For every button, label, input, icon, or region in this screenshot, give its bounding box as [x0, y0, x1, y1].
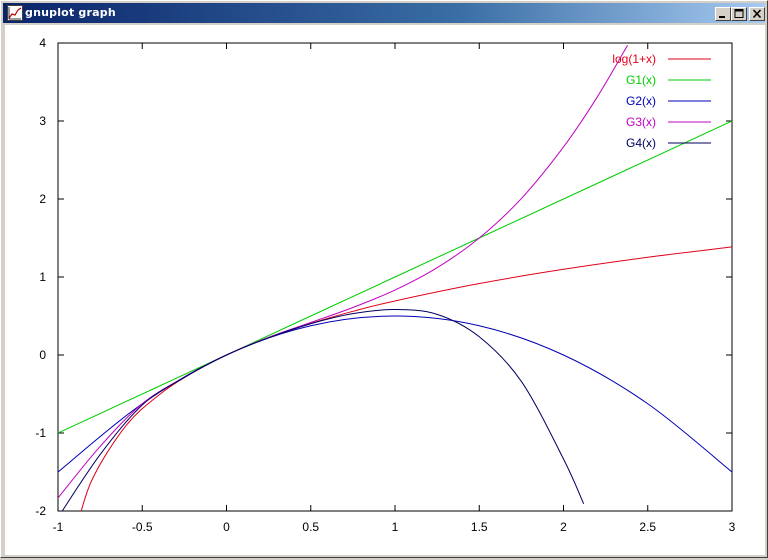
- legend-label-log-1-x: log(1+x): [612, 52, 656, 66]
- legend-label-g3-x: G3(x): [626, 115, 656, 129]
- maximize-icon: [734, 9, 744, 18]
- x-tick-label: -1: [53, 520, 64, 534]
- window-title: gnuplot graph: [25, 6, 116, 19]
- minimize-button[interactable]: [715, 7, 731, 21]
- minimize-icon: [719, 16, 725, 18]
- y-tick-label: 4: [39, 36, 46, 50]
- series-line-g2-x: [58, 315, 732, 473]
- y-tick-label: 0: [39, 348, 46, 362]
- y-tick-label: -2: [35, 504, 46, 518]
- legend: log(1+x) G1(x) G2(x) G3(x) G4(x): [612, 52, 711, 150]
- maximize-button[interactable]: [731, 7, 747, 21]
- plot-area: -1 -0.5 0 0.5 1 1.5 2 2.5 3 -2 -1 0 1 2 3 4 log(1+x) G1(…: [5, 25, 765, 555]
- close-icon: [752, 9, 762, 19]
- title-bar[interactable]: gnuplot graph: [3, 3, 765, 23]
- series-line-g1-x: [58, 120, 732, 434]
- x-tick-label: 0: [223, 520, 230, 534]
- x-tick-label: 3: [729, 520, 736, 534]
- y-tick-label: 1: [39, 270, 46, 284]
- line-chart: -1 -0.5 0 0.5 1 1.5 2 2.5 3 -2 -1 0 1 2 3 4 log(1+x) G1(…: [35, 36, 735, 534]
- gnuplot-window: gnuplot graph -1 -0.5 0 0.5 1 1.5 2 2.5 3 -2: [0, 0, 768, 558]
- close-button[interactable]: [749, 7, 765, 21]
- y-tick-label: 3: [39, 114, 46, 128]
- x-tick-label: 1.5: [471, 520, 488, 534]
- y-tick-label: 2: [39, 192, 46, 206]
- legend-label-g2-x: G2(x): [626, 94, 656, 108]
- x-tick-label: 2.5: [639, 520, 656, 534]
- axis-ticks: -1 -0.5 0 0.5 1 1.5 2 2.5 3 -2 -1 0 1 2 3 4: [35, 36, 735, 534]
- x-tick-label: 2: [560, 520, 567, 534]
- x-tick-label: 1: [392, 520, 399, 534]
- gnuplot-app-icon[interactable]: [7, 5, 23, 21]
- y-tick-label: -1: [35, 426, 46, 440]
- legend-label-g1-x: G1(x): [626, 73, 656, 87]
- series-line-g3-x: [58, 45, 628, 499]
- series-line-log-1-x: [80, 246, 732, 511]
- x-tick-label: 0.5: [302, 520, 319, 534]
- x-tick-label: -0.5: [132, 520, 153, 534]
- legend-label-g4-x: G4(x): [626, 136, 656, 150]
